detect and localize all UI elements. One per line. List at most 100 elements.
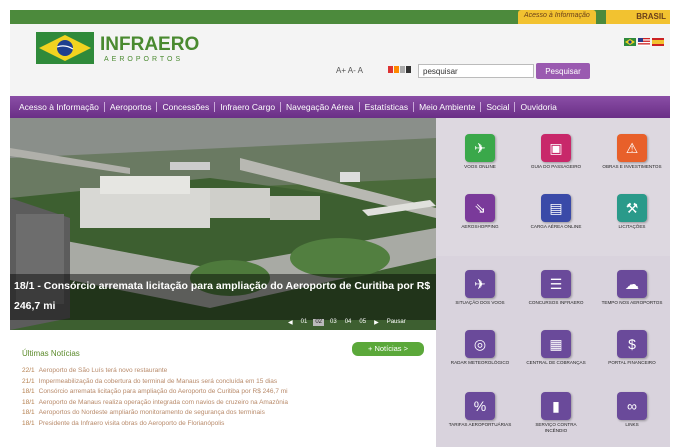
logo-name[interactable]: INFRAERO (100, 34, 199, 56)
news-date: 18/1 (22, 409, 35, 417)
news-text[interactable]: Presidente da Infraero visita obras do A… (39, 420, 225, 427)
nav-aeroportos[interactable]: Aeroportos (105, 102, 158, 112)
font-size-controls[interactable]: A+ A- A (336, 66, 363, 75)
tile-label: Guia do Passageiro (530, 164, 582, 169)
dollar-icon: $ (617, 330, 647, 358)
nav-ouvidoria[interactable]: Ouvidoria (515, 102, 561, 112)
tile-concursos[interactable]: ☰ Concursos Infraero (524, 270, 588, 306)
logo-subtitle: AEROPORTOS (104, 56, 184, 63)
news-title: Últimas Notícias (22, 349, 80, 358)
hero-pager: ◀ 01 02 03 04 05 ▶ Pausar (286, 319, 408, 326)
tile-voos-online[interactable]: ✈ Voos Online (448, 134, 512, 170)
news-list: 22/1 Aeroporto de São Luís terá novo rest… (22, 366, 432, 430)
news-text[interactable]: Aeroportos do Nordeste ampliarão monitor… (39, 409, 265, 416)
news-item[interactable]: 18/1 Aeroporto de Manaus realiza operação… (22, 398, 432, 409)
infraero-logo-icon[interactable] (36, 32, 94, 64)
brazil-flag-icon[interactable] (624, 38, 636, 46)
pager-prev-icon[interactable]: ◀ (286, 319, 295, 326)
pager-3[interactable]: 03 (328, 319, 339, 326)
tile-tempo-aeroportos[interactable]: ☁ Tempo nos Aeroportos (600, 270, 664, 306)
news-date: 18/1 (22, 419, 35, 427)
tile-licitacoes[interactable]: ⚒ Licitações (600, 194, 664, 230)
brasil-link[interactable]: BRASIL (606, 10, 670, 24)
news-text[interactable]: Aeroporto de Manaus realiza operação int… (39, 399, 288, 406)
document-icon: ☰ (541, 270, 571, 298)
tile-tarifas[interactable]: % Tarifas Aeroportuárias (448, 392, 512, 428)
tile-carga-aerea[interactable]: ▤ Carga Aérea Online (524, 194, 588, 230)
news-date: 18/1 (22, 398, 35, 406)
tile-label: Situação dos Voos (455, 300, 505, 305)
pager-1[interactable]: 01 (299, 319, 310, 326)
nav-infraero-cargo[interactable]: Infraero Cargo (215, 102, 282, 112)
hero-caption[interactable]: 18/1 - Consórcio arremata licitação para… (14, 276, 434, 316)
language-flags (624, 38, 664, 46)
pager-next-icon[interactable]: ▶ (372, 319, 381, 326)
news-text[interactable]: Impermeabilização da cobertura do termin… (39, 378, 277, 385)
more-news-button[interactable]: + Notícias > (352, 342, 424, 356)
weather-icon: ☁ (617, 270, 647, 298)
news-item[interactable]: 18/1 Consórcio arremata licitação para am… (22, 387, 432, 398)
main-nav: Acesso à Informação Aeroportos Concessõe… (10, 96, 670, 118)
construction-icon: ⚠ (617, 134, 647, 162)
tile-label: Serviço contra incêndio (535, 422, 577, 433)
tile-label: Voos Online (464, 164, 496, 169)
tile-guia-passageiro[interactable]: ▣ Guia do Passageiro (524, 134, 588, 170)
contrast-gray-icon[interactable] (400, 66, 405, 73)
acesso-informacao-link[interactable]: Acesso à Informação (518, 10, 596, 24)
tile-radar-meteorologico[interactable]: ◎ Radar Meteorológico (448, 330, 512, 366)
link-icon: ∞ (617, 392, 647, 420)
fire-extinguisher-icon: ▮ (541, 392, 571, 420)
tile-aeroshopping[interactable]: ⇘ Aeroshopping (448, 194, 512, 230)
news-text[interactable]: Consórcio arremata licitação para amplia… (39, 388, 288, 395)
tile-label: Concursos Infraero (528, 300, 584, 305)
tile-label: Portal Financeiro (608, 360, 656, 365)
tile-label: Radar Meteorológico (450, 360, 510, 365)
tile-label: Tempo nos Aeroportos (601, 300, 663, 305)
pager-5[interactable]: 05 (357, 319, 368, 326)
contrast-orange-icon[interactable] (394, 66, 399, 73)
nav-navegacao-aerea[interactable]: Navegação Aérea (281, 102, 360, 112)
nav-meio-ambiente[interactable]: Meio Ambiente (414, 102, 482, 112)
news-item[interactable]: 18/1 Aeroportos do Nordeste ampliarão mon… (22, 408, 432, 419)
contrast-controls[interactable] (388, 66, 411, 73)
tile-label: Licitações (618, 224, 646, 229)
usa-flag-icon[interactable] (638, 38, 650, 46)
contrast-red-icon[interactable] (388, 66, 393, 73)
tile-central-cobrancas[interactable]: ▦ Central de Cobranças (524, 330, 588, 366)
tile-label: Obras e Investimentos (602, 164, 662, 169)
percent-icon: % (465, 392, 495, 420)
tile-servico-incendio[interactable]: ▮ Serviço contra incêndio (524, 392, 588, 433)
tile-label: Tarifas Aeroportuárias (448, 422, 512, 427)
tile-obras-investimentos[interactable]: ⚠ Obras e Investimentos (600, 134, 664, 170)
top-bar: Acesso à Informação BRASIL (10, 10, 670, 24)
news-date: 21/1 (22, 377, 35, 385)
cart-icon: ▤ (541, 194, 571, 222)
news-item[interactable]: 22/1 Aeroporto de São Luís terá novo rest… (22, 366, 432, 377)
plane-status-icon: ✈ (465, 270, 495, 298)
nav-estatisticas[interactable]: Estatísticas (360, 102, 415, 112)
tile-label: Links (625, 422, 639, 427)
tile-portal-financeiro[interactable]: $ Portal Financeiro (600, 330, 664, 366)
nav-acesso-informacao[interactable]: Acesso à Informação (14, 102, 105, 112)
pager-4[interactable]: 04 (343, 319, 354, 326)
spain-flag-icon[interactable] (652, 38, 664, 46)
pager-2[interactable]: 02 (313, 319, 324, 326)
search-button[interactable]: Pesquisar (536, 63, 590, 79)
news-date: 22/1 (22, 367, 35, 374)
news-item[interactable]: 21/1 Impermeabilização da cobertura do te… (22, 377, 432, 388)
tile-label: Carga Aérea Online (530, 224, 582, 229)
tile-links[interactable]: ∞ Links (600, 392, 664, 428)
tile-situacao-voos[interactable]: ✈ Situação dos Voos (448, 270, 512, 306)
suitcase-icon: ▣ (541, 134, 571, 162)
search-input[interactable] (418, 64, 534, 78)
news-text[interactable]: Aeroporto de São Luís terá novo restaura… (39, 367, 168, 374)
pager-pause[interactable]: Pausar (385, 319, 408, 326)
contrast-black-icon[interactable] (406, 66, 411, 73)
nav-social[interactable]: Social (481, 102, 516, 112)
nav-concessoes[interactable]: Concessões (157, 102, 216, 112)
plane-icon: ✈ (465, 134, 495, 162)
news-item[interactable]: 18/1 Presidente da Infraero visita obras … (22, 419, 432, 430)
tile-label: Central de Cobranças (526, 360, 586, 365)
shopping-icon: ⇘ (465, 194, 495, 222)
radar-icon: ◎ (465, 330, 495, 358)
